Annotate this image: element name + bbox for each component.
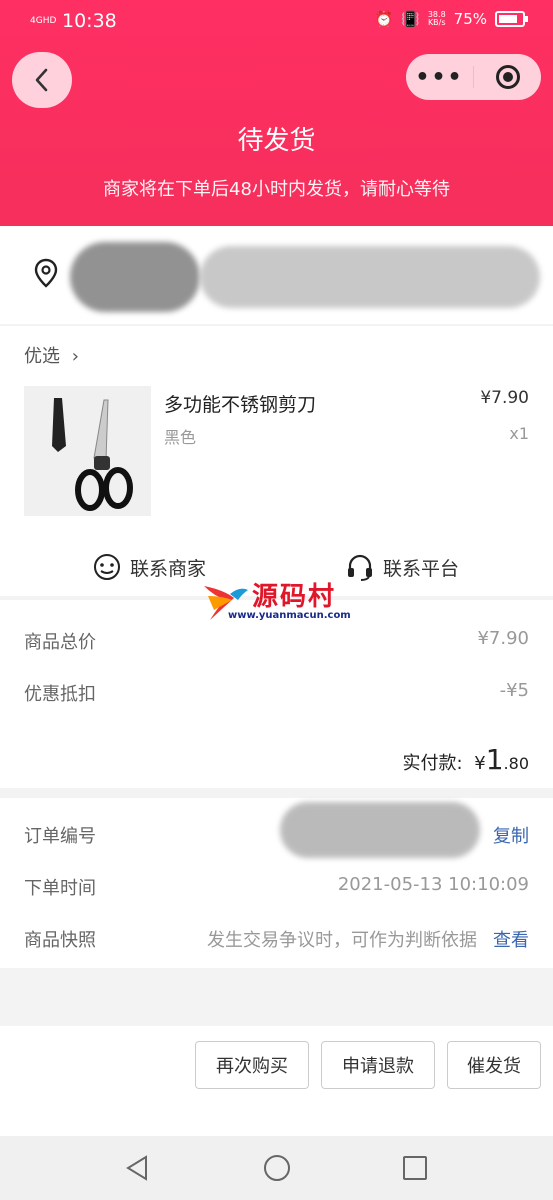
battery-icon: [495, 11, 528, 27]
paid-integer: 1: [485, 743, 504, 776]
nav-recents-icon[interactable]: [402, 1154, 428, 1182]
paid-amount: 实付款: ¥1.80: [402, 743, 529, 776]
close-mini-program-button[interactable]: [474, 65, 541, 89]
address-card[interactable]: [0, 226, 553, 324]
copy-order-number-button[interactable]: 复制: [493, 822, 529, 848]
chevron-right-icon: ›: [71, 346, 79, 367]
watermark: 源码村 www.yuanmacun.com: [200, 576, 360, 626]
location-pin-icon: [34, 258, 58, 288]
total-price-label: 商品总价: [24, 632, 96, 653]
redacted-address: [70, 242, 200, 312]
battery-percent: 75%: [453, 10, 487, 28]
vibrate-icon: 📳: [401, 10, 420, 28]
paid-currency: ¥: [474, 753, 486, 774]
alarm-icon: ⏰: [374, 10, 394, 28]
redacted-address: [200, 246, 540, 308]
speed-unit: KB/s: [427, 18, 446, 27]
scissors-icon: [52, 398, 133, 511]
shop-link[interactable]: 优选 ›: [24, 342, 79, 368]
back-button[interactable]: [12, 52, 72, 108]
mini-program-capsule: •••: [406, 54, 541, 100]
request-refund-button[interactable]: 申请退款: [321, 1041, 435, 1089]
product-variant: 黑色: [164, 428, 197, 447]
price-summary: 商品总价 ¥7.90 优惠抵扣 -¥5 实付款: ¥1.80: [0, 600, 553, 788]
product-name: 多功能不锈钢剪刀: [164, 394, 317, 416]
total-price-value: ¥7.90: [477, 628, 529, 649]
discount-label: 优惠抵扣: [24, 684, 96, 705]
clock: 10:38: [62, 10, 117, 32]
order-time-value: 2021-05-13 10:10:09: [337, 874, 529, 895]
view-snapshot-link[interactable]: 查看: [493, 926, 529, 952]
order-time-label: 下单时间: [24, 878, 96, 899]
watermark-url: www.yuanmacun.com: [228, 610, 351, 621]
product-quantity: x1: [509, 424, 529, 443]
order-number-label: 订单编号: [24, 826, 96, 847]
redacted-order-number: [280, 802, 480, 858]
nav-home-icon[interactable]: [263, 1154, 291, 1182]
order-actions: 再次购买 申请退款 催发货: [0, 1026, 553, 1136]
shop-name: 优选: [24, 346, 60, 367]
contact-merchant-button[interactable]: 联系商家: [92, 552, 206, 582]
contact-platform-button[interactable]: 联系平台: [345, 552, 459, 582]
more-options-button[interactable]: •••: [406, 65, 473, 90]
paid-decimal: .80: [503, 754, 529, 773]
paid-label: 实付款:: [402, 753, 463, 774]
nav-back-icon[interactable]: [124, 1154, 150, 1182]
rebuy-button[interactable]: 再次购买: [195, 1041, 309, 1089]
watermark-text: 源码村: [252, 582, 337, 612]
chevron-left-icon: [35, 68, 48, 92]
page-title: 待发货: [237, 126, 316, 156]
contact-platform-label: 联系平台: [383, 557, 460, 580]
urge-shipping-button[interactable]: 催发货: [447, 1041, 541, 1089]
target-icon: [495, 65, 520, 89]
network-speed: 38.8 KB/s: [428, 11, 446, 27]
contact-merchant-label: 联系商家: [130, 557, 207, 580]
network-indicator: 4GHD: [30, 15, 57, 26]
snapshot-label: 商品快照: [24, 930, 96, 951]
product-image[interactable]: [24, 386, 151, 516]
discount-value: -¥5: [499, 680, 529, 701]
product-price: ¥7.90: [480, 388, 529, 408]
status-bar: 4GHD 10:38 ⏰ 📳 38.8 KB/s 75%: [0, 0, 553, 44]
snapshot-description: 发生交易争议时，可作为判断依据: [207, 930, 477, 951]
system-nav-bar: [0, 1136, 553, 1200]
smiley-icon: [94, 554, 120, 580]
page-subtitle: 商家将在下单后48小时内发货，请耐心等待: [103, 179, 450, 200]
product-card: 优选 › 多功能不锈钢剪刀 黑色 ¥7.90 x1 联系商家 联系平台: [0, 326, 553, 596]
order-info: 订单编号 复制 下单时间 2021-05-13 10:10:09 商品快照 发生…: [0, 798, 553, 968]
